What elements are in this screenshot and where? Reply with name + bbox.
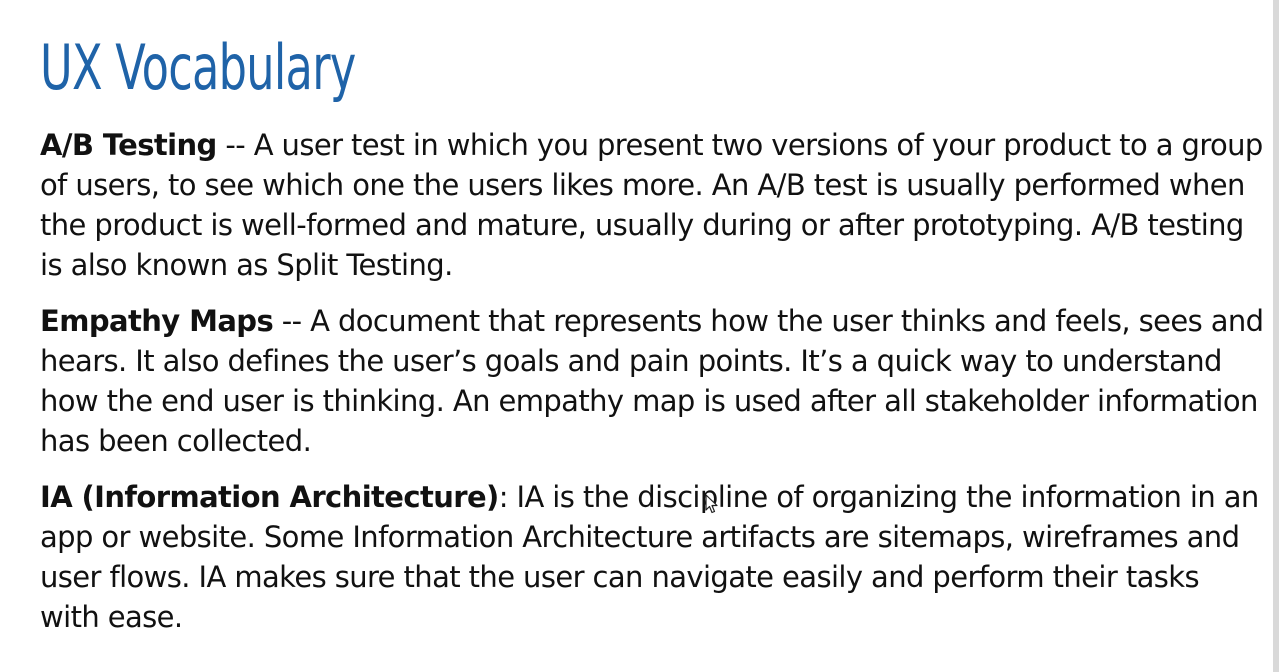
term-name: Empathy Maps xyxy=(40,304,274,338)
term-empathy-maps: Empathy Maps -- A document that represen… xyxy=(40,301,1265,461)
term-information-architecture: IA (Information Architecture): IA is the… xyxy=(40,477,1265,637)
mouse-pointer-icon xyxy=(705,494,718,514)
term-name: IA (Information Architecture) xyxy=(40,480,499,514)
term-separator: -- xyxy=(273,304,311,338)
term-separator: : xyxy=(498,480,517,514)
slide-title: UX Vocabulary xyxy=(40,31,356,104)
vocabulary-list: A/B Testing -- A user test in which you … xyxy=(40,125,1265,653)
term-name: A/B Testing xyxy=(40,128,217,162)
term-ab-testing: A/B Testing -- A user test in which you … xyxy=(40,125,1265,285)
window-right-edge xyxy=(1273,0,1279,672)
slide: UX Vocabulary A/B Testing -- A user test… xyxy=(0,0,1272,672)
term-separator: -- xyxy=(216,128,254,162)
